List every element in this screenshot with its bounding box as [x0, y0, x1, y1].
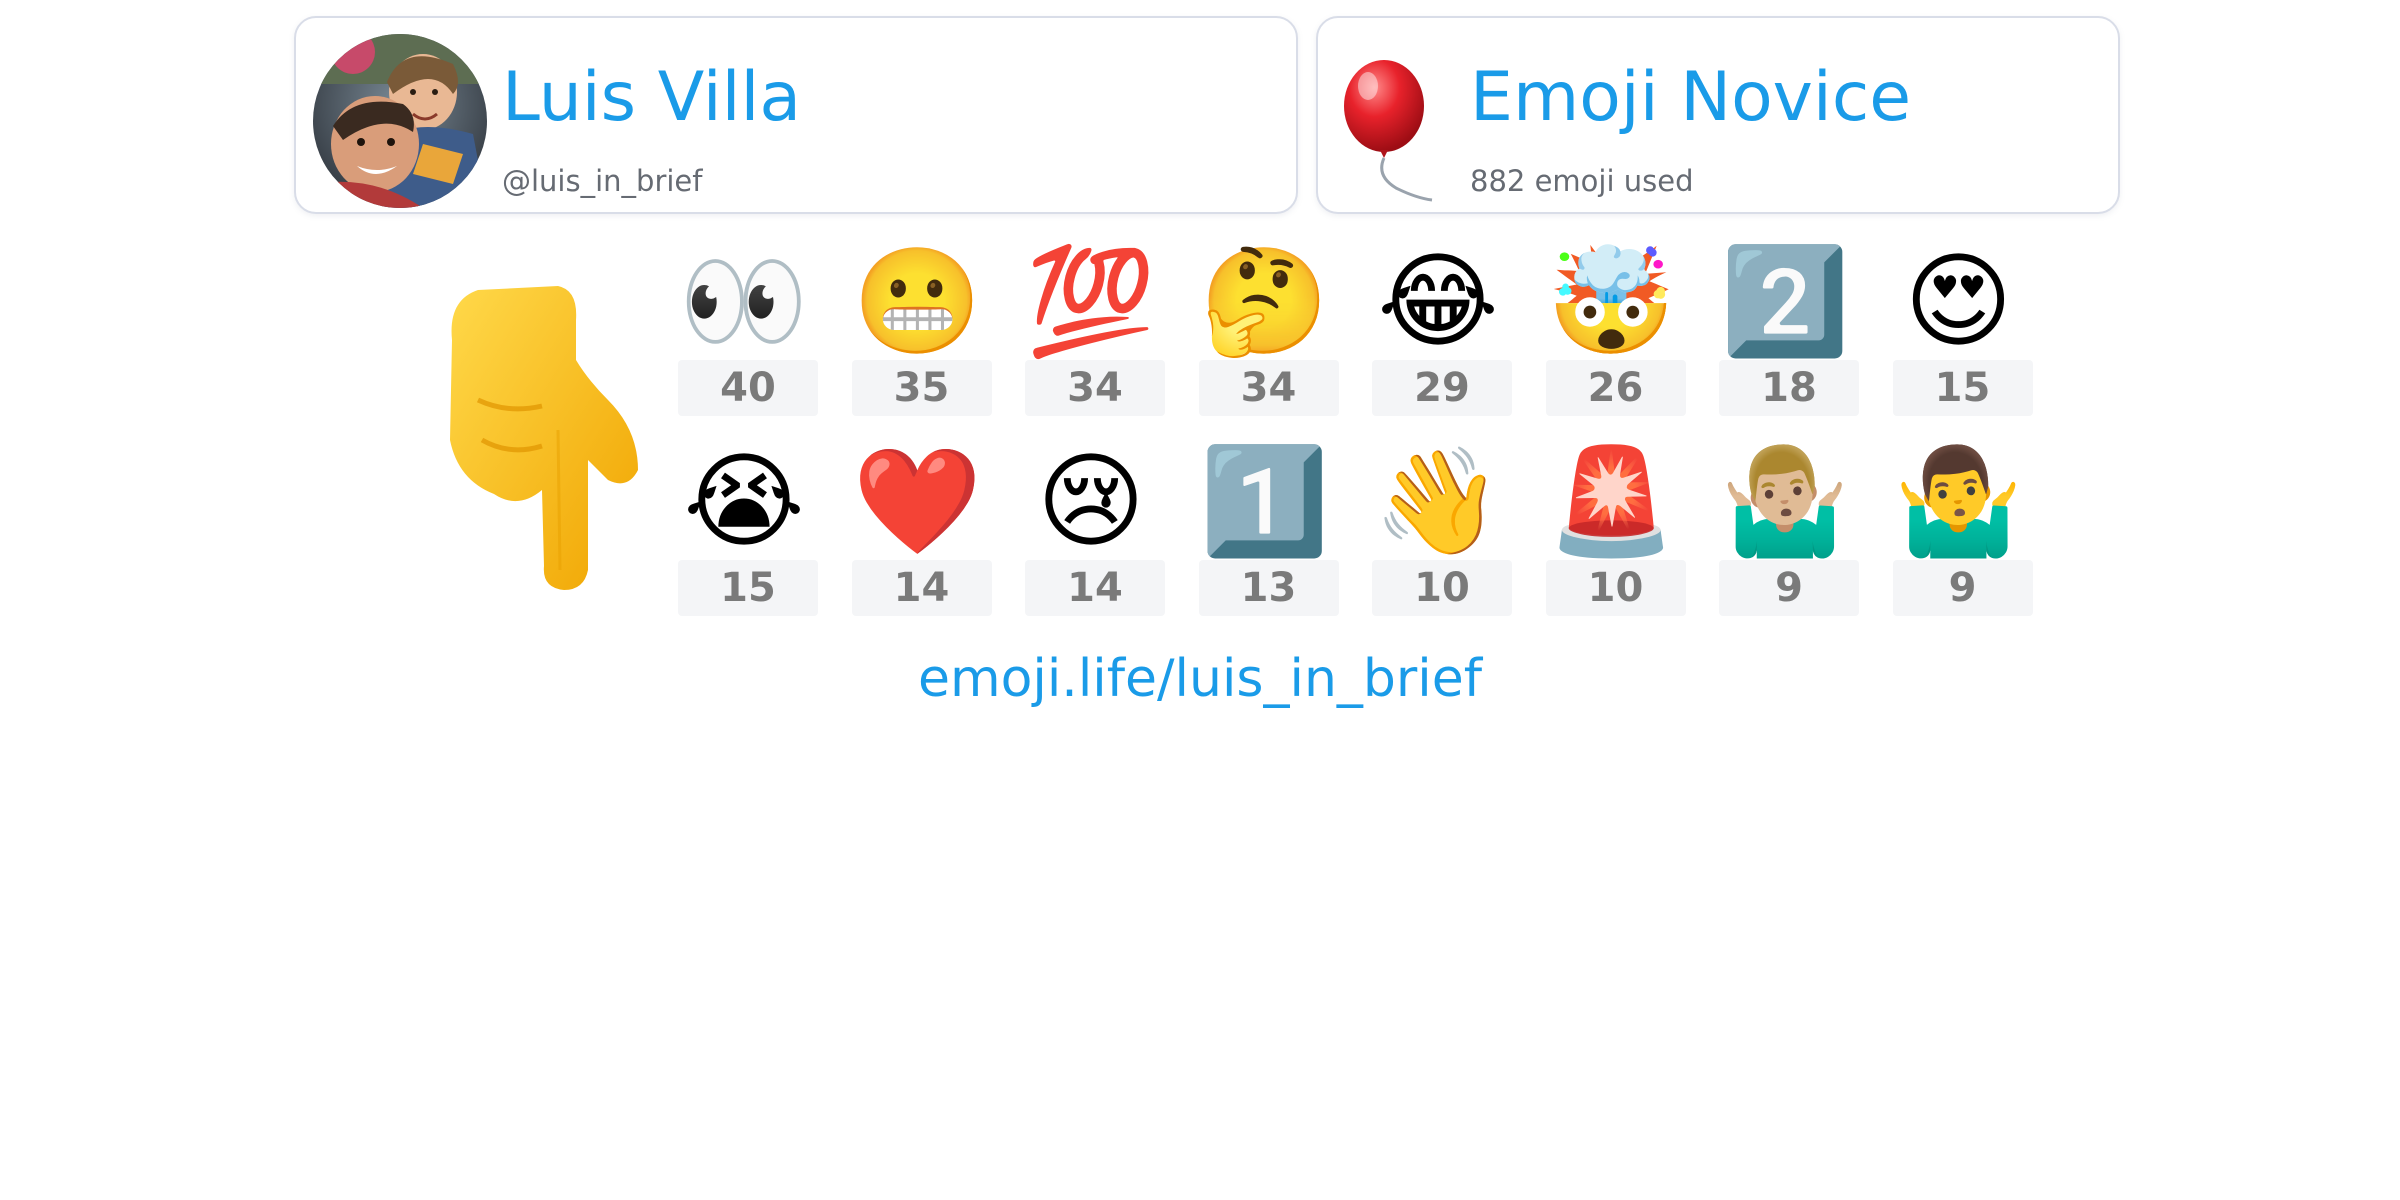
emoji-cell[interactable]: 1️⃣ 13	[1194, 436, 1368, 636]
emoji-cell[interactable]: 🤯 26	[1541, 236, 1715, 436]
emoji-count: 14	[1025, 560, 1165, 616]
red-heart-icon: ❤️	[852, 440, 983, 562]
emoji-count: 40	[678, 360, 818, 416]
profile-link[interactable]: emoji.life/luis_in_brief	[0, 648, 2400, 710]
waving-hand-icon: 👋	[1373, 440, 1503, 562]
emoji-count: 35	[851, 360, 992, 416]
rank-card: Emoji Novice 882 emoji used	[1316, 16, 2120, 214]
emoji-count: 10	[1372, 560, 1512, 616]
eyes-icon: 👀	[679, 240, 809, 362]
emoji-count: 18	[1719, 360, 1859, 416]
balloon-icon	[1344, 60, 1433, 202]
emoji-life-page: Luis Villa @luis_in_brief Emoji Novice 8…	[0, 0, 2400, 1200]
emoji-count: 15	[1892, 360, 2033, 416]
emoji-cell[interactable]: 🤷🏼‍♂️ 9	[1714, 436, 1888, 636]
loudly-crying-face-icon: 😭	[683, 440, 805, 562]
emoji-count: 9	[1719, 560, 1859, 616]
emoji-count: 9	[1892, 560, 2033, 616]
user-name: Luis Villa	[502, 58, 802, 137]
top-emoji-grid: 👀 40 😬 35 💯 34 🤔 34 😂 29 🤯 26 2️⃣ 18 😍 1…	[673, 236, 2053, 636]
heart-eyes-icon: 😍	[1904, 240, 2013, 362]
emoji-cell[interactable]: 🤔 34	[1194, 236, 1368, 436]
emoji-cell[interactable]: 👀 40	[673, 236, 847, 436]
emoji-cell[interactable]: 😬 35	[847, 236, 1021, 436]
emoji-count: 10	[1545, 560, 1686, 616]
emoji-cell[interactable]: 🚨 10	[1541, 436, 1715, 636]
emoji-count: 14	[851, 560, 992, 616]
profile-card[interactable]: Luis Villa @luis_in_brief	[294, 16, 1298, 214]
emoji-count: 29	[1372, 360, 1512, 416]
emoji-cell[interactable]: 💯 34	[1020, 236, 1194, 436]
hundred-points-icon: 💯	[1026, 240, 1156, 362]
backhand-index-pointing-down-icon	[450, 286, 638, 590]
emoji-count: 26	[1545, 360, 1686, 416]
man-shrugging-light-icon: 🤷🏼‍♂️	[1720, 440, 1850, 562]
thinking-face-icon: 🤔	[1199, 240, 1330, 362]
police-light-icon: 🚨	[1546, 440, 1677, 562]
emoji-count: 34	[1198, 360, 1339, 416]
grimacing-face-icon: 😬	[852, 240, 983, 362]
emoji-count: 34	[1025, 360, 1165, 416]
emoji-cell[interactable]: 😂 29	[1367, 236, 1541, 436]
avatar[interactable]	[313, 34, 487, 208]
emoji-cell[interactable]: 2️⃣ 18	[1714, 236, 1888, 436]
exploding-head-icon: 🤯	[1546, 240, 1677, 362]
emoji-cell[interactable]: 👋 10	[1367, 436, 1541, 636]
tears-of-joy-icon: 😂	[1377, 240, 1499, 362]
emoji-row: 😭 15 ❤️ 14 😢 14 1️⃣ 13 👋 10 🚨 10	[673, 436, 2053, 636]
emoji-row: 👀 40 😬 35 💯 34 🤔 34 😂 29 🤯 26 2️⃣ 18 😍 1…	[673, 236, 2053, 436]
man-shrugging-icon: 🤷‍♂️	[1893, 440, 2024, 562]
keycap-two-icon: 2️⃣	[1720, 240, 1850, 362]
emoji-cell[interactable]: 😭 15	[673, 436, 847, 636]
emoji-count: 13	[1198, 560, 1339, 616]
emoji-cell[interactable]: ❤️ 14	[847, 436, 1021, 636]
emoji-count: 15	[678, 560, 818, 616]
emoji-cell[interactable]: 🤷‍♂️ 9	[1888, 436, 2062, 636]
rank-title: Emoji Novice	[1470, 58, 1912, 137]
emoji-cell[interactable]: 😢 14	[1020, 436, 1194, 636]
rank-subtitle: 882 emoji used	[1470, 164, 1694, 198]
emoji-cell[interactable]: 😍 15	[1888, 236, 2062, 436]
keycap-one-icon: 1️⃣	[1199, 440, 1330, 562]
crying-face-icon: 😢	[1036, 440, 1146, 562]
user-handle: @luis_in_brief	[502, 164, 703, 198]
